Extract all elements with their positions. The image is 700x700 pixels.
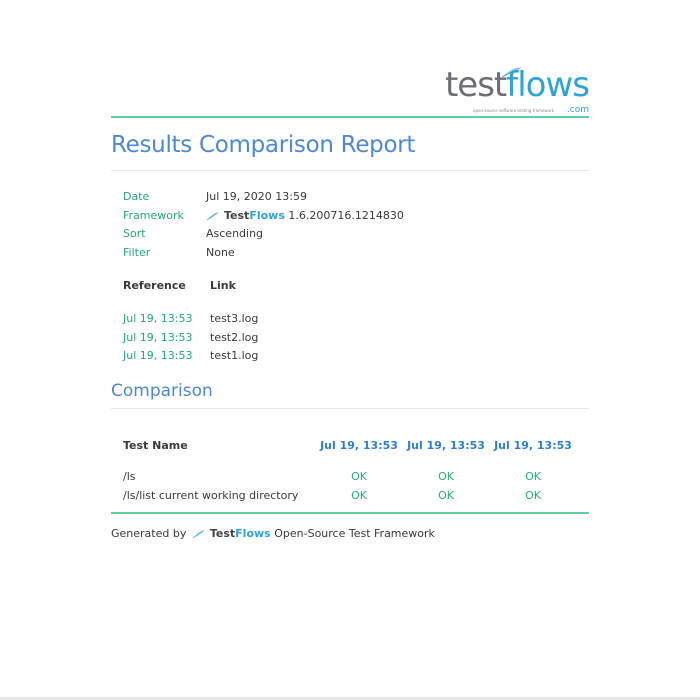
framework-version: 1.6.200716.1214830 [288,208,404,222]
footer-name-test[interactable]: Test [210,527,235,540]
reference-link[interactable]: test3.log [210,312,258,325]
test-name-header: Test Name [123,439,188,452]
framework-label: Framework [123,208,184,222]
filter-label: Filter [123,246,151,260]
table-row: /ls/list current working directory OK OK… [123,489,589,508]
reference-date: Jul 19, 13:53 [123,312,193,325]
result-status: OK [351,489,367,502]
logo-tagline: open-source software testing framework [473,108,555,113]
header-divider [111,116,589,118]
result-status: OK [438,489,454,502]
logo-wordmark: testflows [444,65,590,105]
framework-name-test: Test [224,208,250,222]
reference-column-header: Reference [123,279,186,292]
framework-name-flows: Flows [249,208,285,222]
sort-label: Sort [123,227,146,241]
comparison-column-header[interactable]: Jul 19, 13:53 [319,439,399,452]
comparison-column-header[interactable]: Jul 19, 13:53 [493,439,573,452]
reference-link[interactable]: test1.log [210,349,258,362]
comparison-divider [111,408,589,409]
reference-date: Jul 19, 13:53 [123,330,193,344]
test-name: /ls/list current working directory [123,489,299,502]
feather-icon [206,211,219,220]
page-title: Results Comparison Report [111,132,416,158]
footer-divider [111,512,589,514]
logo-word-test: test [444,65,507,105]
logo-word-flows: flows [506,65,590,105]
framework-value: TestFlows 1.6.200716.1214830 [206,209,404,222]
result-status: OK [525,470,541,483]
footer: Generated by TestFlows Open-Source Test … [111,527,435,540]
sort-value: Ascending [206,227,264,241]
comparison-column-header[interactable]: Jul 19, 13:53 [406,439,486,452]
comparison-title: Comparison [111,381,213,401]
footer-prefix: Generated by [111,527,187,540]
logo-domain: .com [566,105,589,115]
reference-date: Jul 19, 13:53 [123,349,193,363]
comparison-header: Test Name Jul 19, 13:53 Jul 19, 13:53 Ju… [123,439,589,470]
title-divider [111,170,589,171]
result-status: OK [438,470,454,483]
comparison-table: Test Name Jul 19, 13:53 Jul 19, 13:53 Ju… [123,439,589,508]
date-label: Date [123,190,150,203]
filter-value: None [206,246,235,260]
feather-icon [192,530,205,539]
reference-link[interactable]: test2.log [210,331,258,344]
date-value: Jul 19, 2020 13:59 [206,190,307,203]
result-status: OK [351,470,367,483]
footer-suffix: Open-Source Test Framework [274,527,435,540]
testflows-logo[interactable]: testflows open-source software testing f… [445,66,590,115]
link-column-header: Link [210,279,236,292]
result-status: OK [525,489,541,502]
table-row: /ls OK OK OK [123,470,589,489]
footer-name-flows[interactable]: Flows [235,527,271,540]
test-name: /ls [123,470,136,483]
